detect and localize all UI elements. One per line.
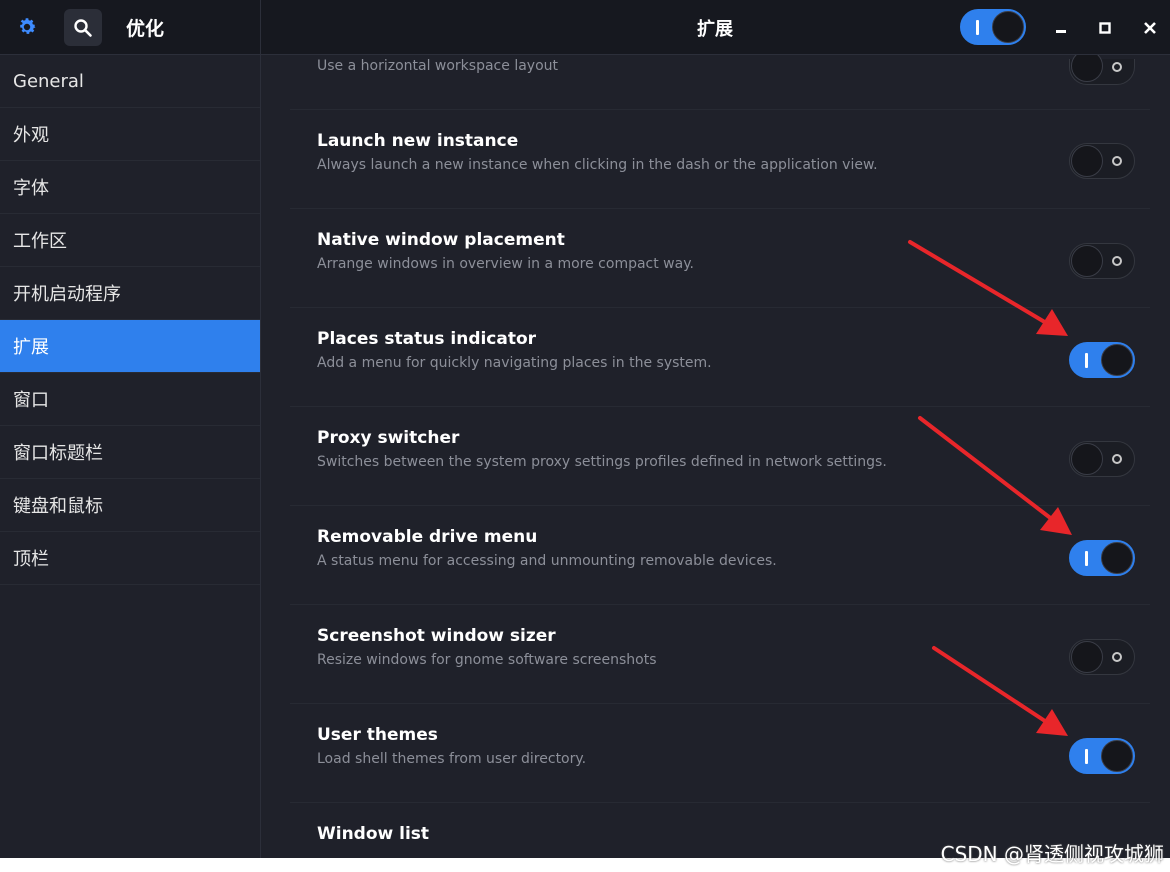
extension-toggle[interactable]: [1069, 639, 1135, 675]
extensions-list: Use a horizontal workspace layout Launch…: [262, 55, 1170, 858]
extension-title: Removable drive menu: [317, 527, 538, 547]
extension-row-places-status-indicator: Places status indicator Add a menu for q…: [290, 308, 1150, 407]
extension-title: Places status indicator: [317, 329, 537, 349]
extensions-master-toggle[interactable]: [960, 9, 1026, 45]
switch-on-mark: [1085, 353, 1088, 368]
switch-knob: [1101, 542, 1133, 574]
sidebar-item-window-titlebars[interactable]: 窗口标题栏: [0, 426, 260, 479]
extension-description: Add a menu for quickly navigating places…: [317, 355, 712, 371]
master-switch-track: [960, 9, 1026, 45]
switch-knob: [992, 11, 1024, 43]
header-bar: 优化 扩展: [0, 0, 1170, 55]
sidebar-item-fonts[interactable]: 字体: [0, 161, 260, 214]
maximize-icon: [1099, 22, 1111, 34]
extension-title: Launch new instance: [317, 131, 519, 151]
sidebar-item-appearance[interactable]: 外观: [0, 108, 260, 161]
switch-off-mark: [1112, 156, 1122, 166]
switch-off-mark: [1112, 62, 1122, 72]
switch-knob: [1071, 443, 1103, 475]
switch-on-mark: [1085, 749, 1088, 764]
sidebar-item-label: 字体: [13, 178, 49, 199]
close-icon: [1144, 22, 1156, 34]
sidebar-item-label: 外观: [13, 125, 49, 146]
extension-description: Switches between the system proxy settin…: [317, 454, 887, 470]
sidebar-item-label: 工作区: [13, 231, 67, 252]
page-title: 扩展: [697, 19, 733, 40]
sidebar-item-windows[interactable]: 窗口: [0, 373, 260, 426]
app-title: 优化: [126, 18, 165, 40]
sidebar-item-workspaces[interactable]: 工作区: [0, 214, 260, 267]
extension-title: User themes: [317, 725, 438, 745]
maximize-button[interactable]: [1091, 14, 1119, 42]
extension-toggle[interactable]: [1069, 738, 1135, 774]
header-left-section: 优化: [0, 0, 261, 55]
extension-toggle[interactable]: [1069, 55, 1135, 85]
extension-title: Screenshot window sizer: [317, 626, 556, 646]
extension-row-removable-drive-menu: Removable drive menu A status menu for a…: [290, 506, 1150, 605]
extension-toggle[interactable]: [1069, 243, 1135, 279]
sidebar-item-label: 顶栏: [13, 549, 49, 570]
extension-title: Proxy switcher: [317, 428, 460, 448]
sidebar-item-label: 窗口: [13, 390, 49, 411]
extension-row-launch-new-instance: Launch new instance Always launch a new …: [290, 110, 1150, 209]
tweaks-window: 优化 扩展 General 外观 字体 工作区 开机启动程序 扩展 窗口 窗口标…: [0, 0, 1170, 858]
extension-description: Resize windows for gnome software screen…: [317, 652, 657, 668]
extension-toggle[interactable]: [1069, 441, 1135, 477]
switch-on-mark: [1085, 551, 1088, 566]
watermark: CSDN @肾透侧视攻城狮: [940, 842, 1164, 866]
minimize-button[interactable]: [1047, 14, 1075, 42]
extension-toggle[interactable]: [1069, 540, 1135, 576]
extension-description: Use a horizontal workspace layout: [317, 58, 558, 74]
switch-knob: [1071, 641, 1103, 673]
switch-knob: [1071, 245, 1103, 277]
switch-knob: [1101, 740, 1133, 772]
sidebar-item-label: 窗口标题栏: [13, 443, 103, 464]
extension-toggle[interactable]: [1069, 143, 1135, 179]
sidebar-item-label: 开机启动程序: [13, 284, 121, 305]
sidebar-item-general[interactable]: General: [0, 55, 260, 108]
extension-description: Load shell themes from user directory.: [317, 751, 587, 767]
sidebar: General 外观 字体 工作区 开机启动程序 扩展 窗口 窗口标题栏 键盘和…: [0, 55, 261, 858]
settings-button[interactable]: [12, 12, 42, 42]
extension-description: Always launch a new instance when clicki…: [317, 157, 878, 173]
switch-off-mark: [1112, 652, 1122, 662]
switch-off-mark: [1112, 256, 1122, 266]
switch-off-mark: [1112, 454, 1122, 464]
extension-description: Arrange windows in overview in a more co…: [317, 256, 694, 272]
close-button[interactable]: [1136, 14, 1164, 42]
extension-row-user-themes: User themes Load shell themes from user …: [290, 704, 1150, 803]
gear-icon: [20, 18, 36, 34]
sidebar-item-label: General: [13, 70, 84, 92]
minimize-icon: [1056, 30, 1066, 33]
extension-title: Native window placement: [317, 230, 565, 250]
switch-on-mark: [976, 20, 979, 35]
switch-knob: [1071, 145, 1103, 177]
sidebar-item-label: 扩展: [13, 337, 49, 358]
extension-title: Window list: [317, 824, 430, 844]
extension-row-native-window-placement: Native window placement Arrange windows …: [290, 209, 1150, 308]
extension-toggle[interactable]: [1069, 342, 1135, 378]
sidebar-item-extensions[interactable]: 扩展: [0, 320, 260, 373]
sidebar-item-label: 键盘和鼠标: [13, 496, 103, 517]
search-button[interactable]: [64, 9, 102, 46]
extension-row-screenshot-window-sizer: Screenshot window sizer Resize windows f…: [290, 605, 1150, 704]
search-icon: [74, 18, 92, 37]
sidebar-item-keyboard-mouse[interactable]: 键盘和鼠标: [0, 479, 260, 532]
switch-knob: [1071, 55, 1103, 82]
extension-description: A status menu for accessing and unmounti…: [317, 553, 777, 569]
extension-row-workspace-layout: Use a horizontal workspace layout: [290, 55, 1150, 110]
extension-row-proxy-switcher: Proxy switcher Switches between the syst…: [290, 407, 1150, 506]
sidebar-item-top-bar[interactable]: 顶栏: [0, 532, 260, 585]
sidebar-item-startup-applications[interactable]: 开机启动程序: [0, 267, 260, 320]
switch-knob: [1101, 344, 1133, 376]
